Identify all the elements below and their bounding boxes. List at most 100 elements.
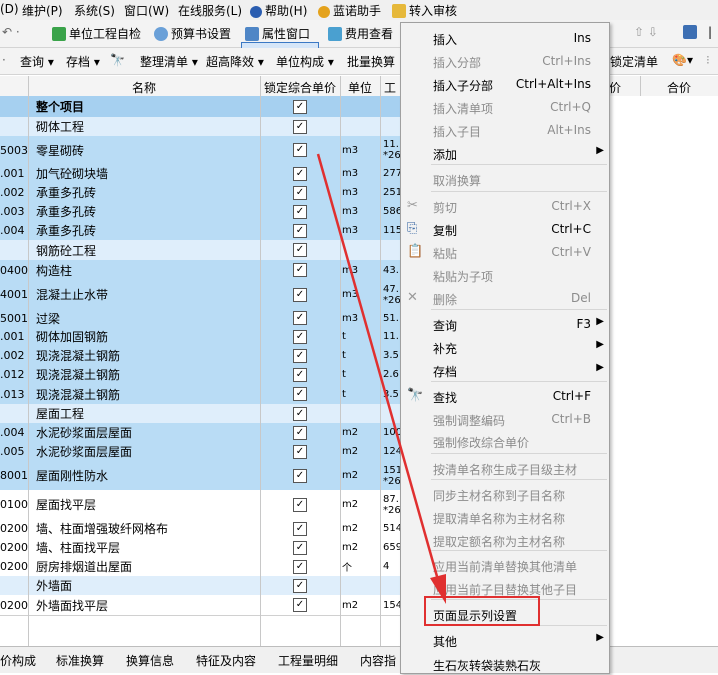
- up-down-arrows-icon[interactable]: ⇧ ⇩: [634, 25, 658, 39]
- calculator-icon[interactable]: [683, 25, 700, 39]
- context-menu-item[interactable]: 插入子分部 Ctrl+Alt+Ins: [401, 73, 609, 95]
- row-lock-cell: ✓: [260, 538, 340, 557]
- context-menu-item[interactable]: 插入清单项 Ctrl+Q: [401, 96, 609, 118]
- row-unit: [342, 240, 380, 260]
- row-name: 构造柱: [36, 263, 73, 278]
- context-menu-item[interactable]: 插入子目 Alt+Ins: [401, 119, 609, 141]
- menu-window[interactable]: 窗口(W): [124, 2, 169, 19]
- lock-checkbox[interactable]: ✓: [293, 387, 307, 401]
- menu-transfer-audit[interactable]: 转入审核: [392, 2, 457, 19]
- row-name: 过梁: [36, 311, 61, 326]
- col-unit-header[interactable]: 单位: [340, 79, 380, 96]
- context-menu-item[interactable]: 强制修改综合单价: [401, 430, 609, 452]
- lock-checkbox[interactable]: ✓: [293, 348, 307, 363]
- lock-checkbox[interactable]: ✓: [293, 329, 307, 344]
- lock-checkbox[interactable]: ✓: [293, 166, 307, 181]
- paint-icon[interactable]: 🎨▾: [672, 53, 693, 67]
- row-name: 现浇混凝土钢筋: [36, 349, 121, 363]
- lock-checkbox[interactable]: ✓: [293, 263, 307, 277]
- lock-checkbox[interactable]: ✓: [293, 406, 307, 421]
- tab-quantity-detail[interactable]: 工程量明细: [278, 652, 338, 669]
- context-menu-item[interactable]: 存档 ▶: [401, 359, 609, 381]
- menu-help[interactable]: 帮助(H): [250, 2, 307, 19]
- row-unit: m2: [342, 523, 359, 534]
- context-menu-item[interactable]: 粘贴为子项: [401, 264, 609, 286]
- context-menu-item[interactable]: 应用当前清单替换其他清单: [401, 554, 609, 576]
- context-menu-item[interactable]: 🔭 查找 Ctrl+F: [401, 385, 609, 407]
- batch-convert-button[interactable]: 批量换算: [347, 53, 395, 70]
- query-button[interactable]: 查询 ▾: [20, 53, 54, 70]
- tab-price-compose[interactable]: 价构成: [0, 652, 36, 669]
- context-menu-item[interactable]: 添加 ▶: [401, 142, 609, 164]
- col-name-header[interactable]: 名称: [28, 79, 260, 96]
- binoculars-icon[interactable]: 🔭: [110, 53, 125, 67]
- context-menu-item[interactable]: 插入 Ins: [401, 27, 609, 49]
- tab-content-index[interactable]: 内容指: [360, 652, 396, 669]
- context-menu-item[interactable]: 其他 ▶: [401, 629, 609, 651]
- context-menu-item[interactable]: 同步主材名称到子目名称: [401, 483, 609, 505]
- context-menu-item[interactable]: 提取定额名称为主材名称: [401, 529, 609, 551]
- lock-checkbox[interactable]: ✓: [293, 540, 307, 555]
- context-menu-item[interactable]: 查询 F3 ▶: [401, 313, 609, 335]
- context-menu-item[interactable]: 取消换算: [401, 168, 609, 190]
- menu-d[interactable]: (D): [0, 2, 19, 16]
- col-qty-header[interactable]: 工: [380, 79, 400, 96]
- lock-checkbox[interactable]: ✓: [293, 243, 307, 257]
- lock-checkbox[interactable]: ✓: [293, 119, 307, 134]
- context-menu-shortcut: Alt+Ins: [547, 123, 591, 137]
- lock-checkbox[interactable]: ✓: [293, 287, 307, 302]
- col-total-header[interactable]: 合价: [640, 79, 718, 96]
- budget-settings-button[interactable]: 预算书设置: [154, 25, 231, 42]
- archive-button[interactable]: 存档 ▾: [66, 53, 100, 70]
- tab-feature-content[interactable]: 特征及内容: [196, 652, 256, 669]
- lock-checkbox[interactable]: ✓: [293, 559, 307, 574]
- prev-icon[interactable]: ·: [2, 53, 6, 67]
- menu-system[interactable]: 系统(S): [74, 2, 115, 19]
- property-window-button[interactable]: 属性窗口: [245, 25, 310, 42]
- organize-list-button[interactable]: 整理清单 ▾: [140, 53, 198, 70]
- lock-checkbox[interactable]: ✓: [293, 223, 307, 238]
- lock-checkbox[interactable]: ✓: [293, 185, 307, 200]
- context-menu-item[interactable]: 补充 ▶: [401, 336, 609, 358]
- context-menu-item[interactable]: ✂ 剪切 Ctrl+X: [401, 195, 609, 217]
- super-descend-button[interactable]: 超高降效 ▾: [206, 53, 264, 70]
- more-icon[interactable]: ⁝: [706, 53, 710, 67]
- row-quantity: 151 *26: [383, 464, 400, 487]
- tab-convert-info[interactable]: 换算信息: [126, 652, 174, 669]
- context-menu-item[interactable]: 强制调整编码 Ctrl+B: [401, 408, 609, 430]
- lock-checkbox[interactable]: ✓: [293, 311, 307, 325]
- col-lock-price-header[interactable]: 锁定综合单价: [260, 79, 340, 96]
- context-menu-item[interactable]: 提取清单名称为主材名称: [401, 506, 609, 528]
- menu-online-service[interactable]: 在线服务(L): [178, 2, 242, 19]
- context-menu-item[interactable]: 插入分部 Ctrl+Ins: [401, 50, 609, 72]
- lock-checkbox[interactable]: ✓: [293, 578, 307, 593]
- context-menu-label: 补充: [433, 342, 458, 356]
- context-menu-item[interactable]: ⎘ 复制 Ctrl+C: [401, 218, 609, 240]
- menu-maintain[interactable]: 维护(P): [22, 2, 63, 19]
- row-lock-cell: ✓: [260, 164, 340, 183]
- lock-checkbox[interactable]: ✓: [293, 425, 307, 440]
- context-menu-item[interactable]: 按清单名称生成子目级主材: [401, 457, 609, 479]
- lock-checkbox[interactable]: ✓: [293, 444, 307, 459]
- expand-icon[interactable]: |: [708, 25, 712, 39]
- context-menu-shortcut: Ctrl+Ins: [542, 54, 591, 68]
- lock-checkbox[interactable]: ✓: [293, 468, 307, 483]
- tab-standard-convert[interactable]: 标准换算: [56, 652, 104, 669]
- lock-checkbox[interactable]: ✓: [293, 598, 307, 612]
- row-unit: m3: [342, 289, 359, 300]
- menu-assistant[interactable]: 蓝诺助手: [318, 2, 381, 19]
- undo-icon[interactable]: ↶ ·: [2, 25, 20, 39]
- lock-checkbox[interactable]: ✓: [293, 143, 307, 157]
- row-lock-cell: ✓: [260, 365, 340, 384]
- unit-compose-button[interactable]: 单位构成 ▾: [276, 53, 334, 70]
- context-menu-item[interactable]: ✕ 删除 Del: [401, 287, 609, 309]
- lock-checkbox[interactable]: ✓: [293, 99, 307, 114]
- unit-check-button[interactable]: 单位工程自检: [52, 25, 141, 42]
- lock-checkbox[interactable]: ✓: [293, 204, 307, 219]
- context-menu-item[interactable]: 📋 粘贴 Ctrl+V: [401, 241, 609, 263]
- lock-checkbox[interactable]: ✓: [293, 367, 307, 382]
- lock-checkbox[interactable]: ✓: [293, 521, 307, 536]
- fee-view-button[interactable]: 费用查看: [328, 25, 393, 42]
- row-quantity: [383, 576, 400, 595]
- lock-checkbox[interactable]: ✓: [293, 497, 307, 512]
